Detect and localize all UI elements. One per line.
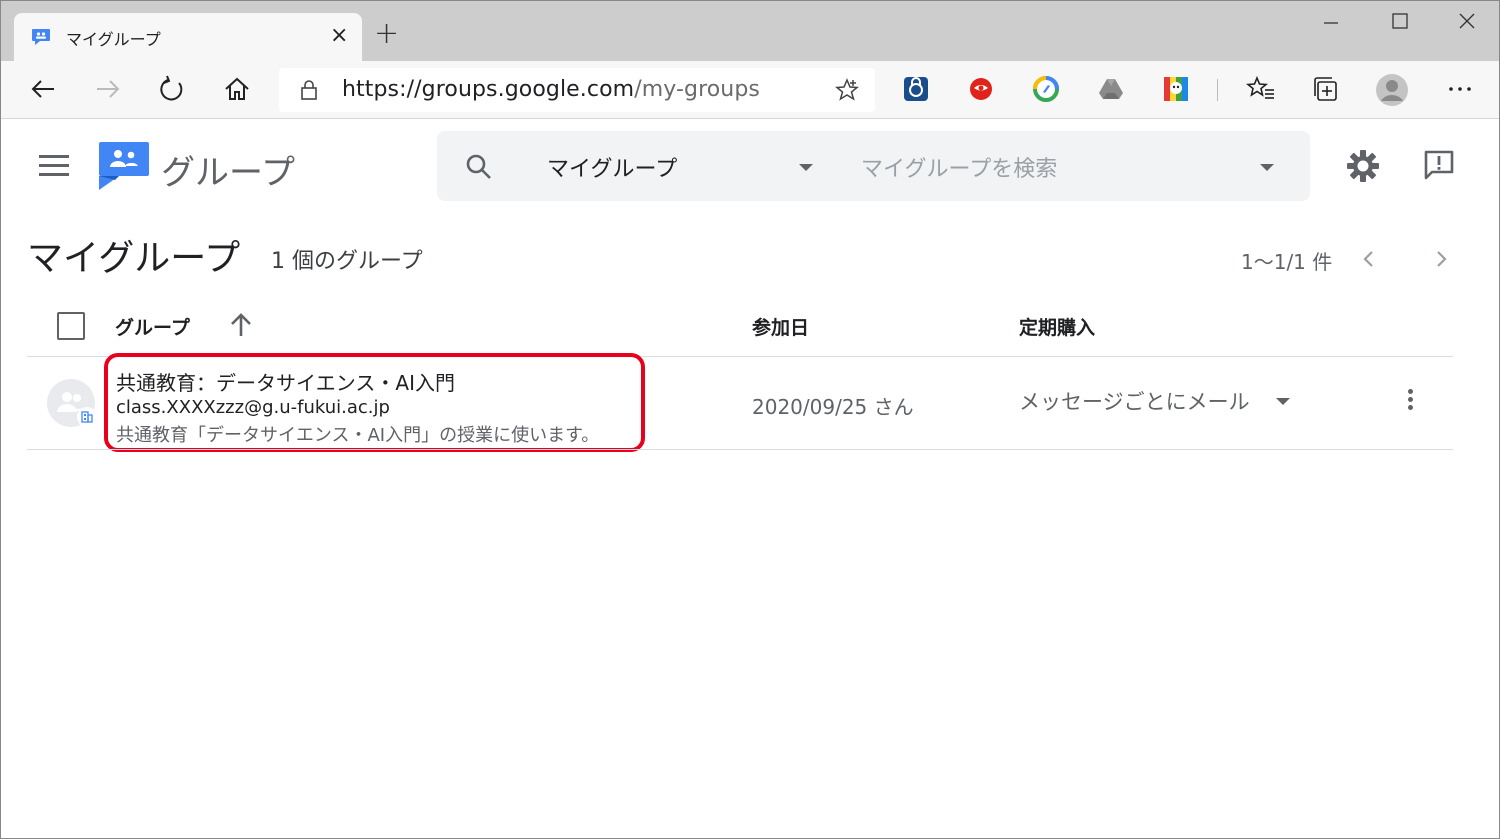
previous-page-icon[interactable] [1359,249,1379,269]
group-name-link[interactable]: 共通教育：データサイエンス・AI入門 [116,367,455,396]
new-tab-button[interactable]: + [374,19,399,49]
lock-icon[interactable] [299,79,319,101]
app-header: グループ マイグループ マイグループを検索 [1,119,1499,211]
refresh-icon[interactable] [157,74,187,104]
collections-icon[interactable] [1311,74,1341,104]
subscription-dropdown-icon[interactable] [1276,398,1290,405]
search-scope-select[interactable]: マイグループ [547,151,677,183]
join-date: 2020/09/25 さん [752,395,914,419]
google-groups-logo-icon[interactable] [99,140,151,192]
minimize-icon[interactable] [1319,9,1343,33]
organization-building-icon [81,411,93,423]
column-header-group[interactable]: グループ [115,313,190,340]
profile-avatar-icon[interactable] [1375,73,1409,107]
groups-favicon-icon [32,29,50,45]
tab-close-icon[interactable]: × [330,25,348,47]
search-options-dropdown-icon[interactable] [1260,164,1274,171]
drive-extension-icon[interactable] [1098,76,1124,102]
search-input[interactable]: マイグループを検索 [861,151,1057,183]
column-header-joined[interactable]: 参加日 [752,313,809,340]
home-icon[interactable] [222,74,252,104]
group-avatar[interactable] [47,379,97,427]
select-all-checkbox[interactable] [57,312,85,340]
url-text[interactable]: https://groups.google.com/my-groups [342,77,760,102]
page-title: マイグループ [27,238,241,279]
favorite-star-icon[interactable] [835,78,859,102]
favorites-icon[interactable] [1246,74,1276,104]
browser-toolbar: https://groups.google.com/my-groups [1,61,1499,119]
pagination-label: 1〜1/1 件 [1241,250,1333,274]
browser-tab[interactable]: マイグループ × [14,13,362,61]
subscription-select[interactable]: メッセージごとにメール [1019,386,1250,416]
tab-strip: マイグループ × + [1,1,1499,61]
url-host: https://groups.google.com [342,77,635,102]
settings-gear-icon[interactable] [1346,149,1380,183]
next-page-icon[interactable] [1431,249,1451,269]
group-description: 共通教育「データサイエンス・AI入門」の授業に使います。 [116,425,600,446]
maximize-icon[interactable] [1388,9,1412,33]
security-extension-icon[interactable] [968,76,994,102]
browser-more-icon[interactable] [1445,74,1475,104]
colorful-extension-icon[interactable] [1163,76,1189,102]
toolbar-separator [1217,79,1218,101]
url-path: /my-groups [634,77,760,102]
organization-badge [77,407,97,427]
table-divider [27,449,1453,450]
address-bar[interactable]: https://groups.google.com/my-groups [279,68,875,112]
brand-name: グループ [161,153,295,193]
search-icon[interactable] [465,153,493,181]
column-header-subscription[interactable]: 定期購入 [1019,313,1095,340]
browser-window: マイグループ × + https://groups.google.com/my-… [0,0,1500,839]
row-more-options-icon[interactable] [1401,387,1421,413]
forward-arrow-icon [97,80,120,98]
search-bar[interactable]: マイグループ マイグループを検索 [437,131,1310,201]
group-email: class.XXXXzzz@g.u-fukui.ac.jp [116,397,390,418]
password-manager-extension-icon[interactable] [903,76,929,102]
feedback-icon[interactable] [1423,149,1455,181]
main-menu-icon[interactable] [39,155,69,177]
group-count: 1 個のグループ [271,249,423,274]
window-close-icon[interactable] [1455,9,1479,33]
sort-ascending-icon[interactable] [227,311,255,339]
back-arrow-icon[interactable] [28,74,58,104]
compass-extension-icon[interactable] [1033,76,1059,102]
tab-title: マイグループ [66,30,161,49]
search-scope-dropdown-icon[interactable] [799,164,813,171]
